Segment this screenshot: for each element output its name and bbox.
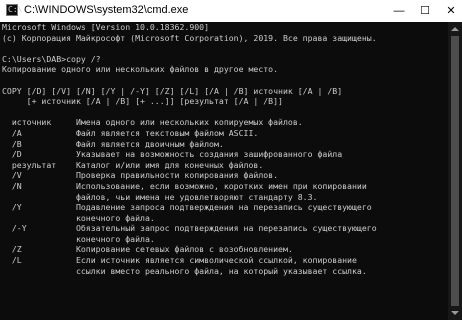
console-line: C:\Users\DAB>copy /? bbox=[2, 53, 101, 64]
console-line: /-Y Обязательный запрос подтверждения на… bbox=[2, 223, 377, 234]
console-line: источник Имена одного или нескольких коп… bbox=[2, 117, 303, 128]
console-line: конечного файла. bbox=[2, 212, 155, 223]
maximize-icon[interactable]: ☐ bbox=[414, 0, 436, 22]
console-line: [+ источник [/A | /B] [+ ...]] [результа… bbox=[2, 96, 283, 107]
console-line: /N Использование, если возможно, коротки… bbox=[2, 180, 367, 191]
console-line: /B Файл является двоичным файлом. bbox=[2, 138, 224, 149]
close-icon[interactable]: ✕ bbox=[440, 0, 462, 22]
window-title: C:\WINDOWS\system32\cmd.exe bbox=[24, 4, 189, 16]
console-line: Копирование одного или нескольких файлов… bbox=[2, 64, 279, 75]
scroll-thumb[interactable] bbox=[451, 36, 459, 306]
console-line: /V Проверка правильности копирования фай… bbox=[2, 170, 279, 181]
cmd-window: C:\ C:\WINDOWS\system32\cmd.exe — ☐ ✕ Mi… bbox=[0, 0, 462, 320]
title-bar[interactable]: C:\ C:\WINDOWS\system32\cmd.exe — ☐ ✕ bbox=[0, 0, 462, 22]
console-line: COPY [/D] [/V] [/N] [/Y | /-Y] [/Z] [/L]… bbox=[2, 85, 343, 96]
console-line: /D Указывает на возможность создания заш… bbox=[2, 149, 343, 160]
console-line: (c) Корпорация Майкрософт (Microsoft Cor… bbox=[2, 32, 377, 43]
console-line: файлов, чьи имена не удовлетворяют станд… bbox=[2, 191, 318, 202]
console-line: /L Если источник является символической … bbox=[2, 255, 357, 266]
console-line: /Z Копирование сетевых файлов с возобнов… bbox=[2, 244, 293, 255]
cmd-app-icon: C:\ bbox=[6, 4, 23, 16]
console-output[interactable]: Microsoft Windows [Version 10.0.18362.90… bbox=[0, 22, 450, 320]
console-line: конечного файла. bbox=[2, 233, 155, 244]
console-line: Microsoft Windows [Version 10.0.18362.90… bbox=[2, 22, 210, 32]
minimize-icon[interactable]: — bbox=[388, 0, 410, 22]
console-line: ссылки вместо реального файла, на которы… bbox=[2, 265, 367, 276]
console-line: /Y Подавление запроса подтверждения на п… bbox=[2, 202, 372, 213]
vertical-scrollbar[interactable] bbox=[448, 22, 462, 320]
console-line: результат Каталог и/или имя для конечных… bbox=[2, 159, 264, 170]
console-line: /A Файл является текстовым файлом ASCII. bbox=[2, 127, 259, 138]
scroll-up-icon[interactable] bbox=[451, 27, 459, 31]
scroll-down-icon[interactable] bbox=[451, 311, 459, 315]
